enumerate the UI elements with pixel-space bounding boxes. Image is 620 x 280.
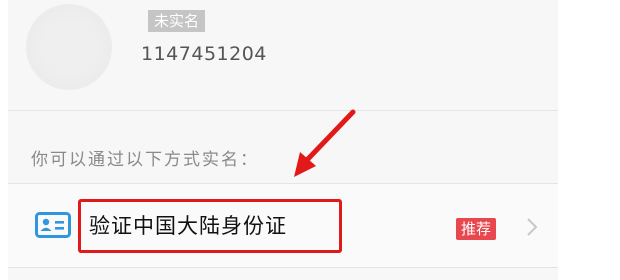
verification-hint: 你可以通过以下方式实名： xyxy=(31,150,259,170)
profile-header: 未实名 1147451204 xyxy=(8,0,558,111)
user-id: 1147451204 xyxy=(141,43,267,65)
recommend-badge: 推荐 xyxy=(456,218,497,240)
real-name-page: 未实名 1147451204 你可以通过以下方式实名： 验证中国大陆身份证 推荐 xyxy=(8,0,558,280)
avatar[interactable] xyxy=(26,4,112,90)
annotation-highlight-box xyxy=(78,199,342,253)
id-card-icon xyxy=(35,212,71,238)
status-badge: 未实名 xyxy=(148,10,206,32)
verify-id-card-option[interactable]: 验证中国大陆身份证 推荐 xyxy=(8,183,558,268)
chevron-right-icon xyxy=(527,218,538,236)
